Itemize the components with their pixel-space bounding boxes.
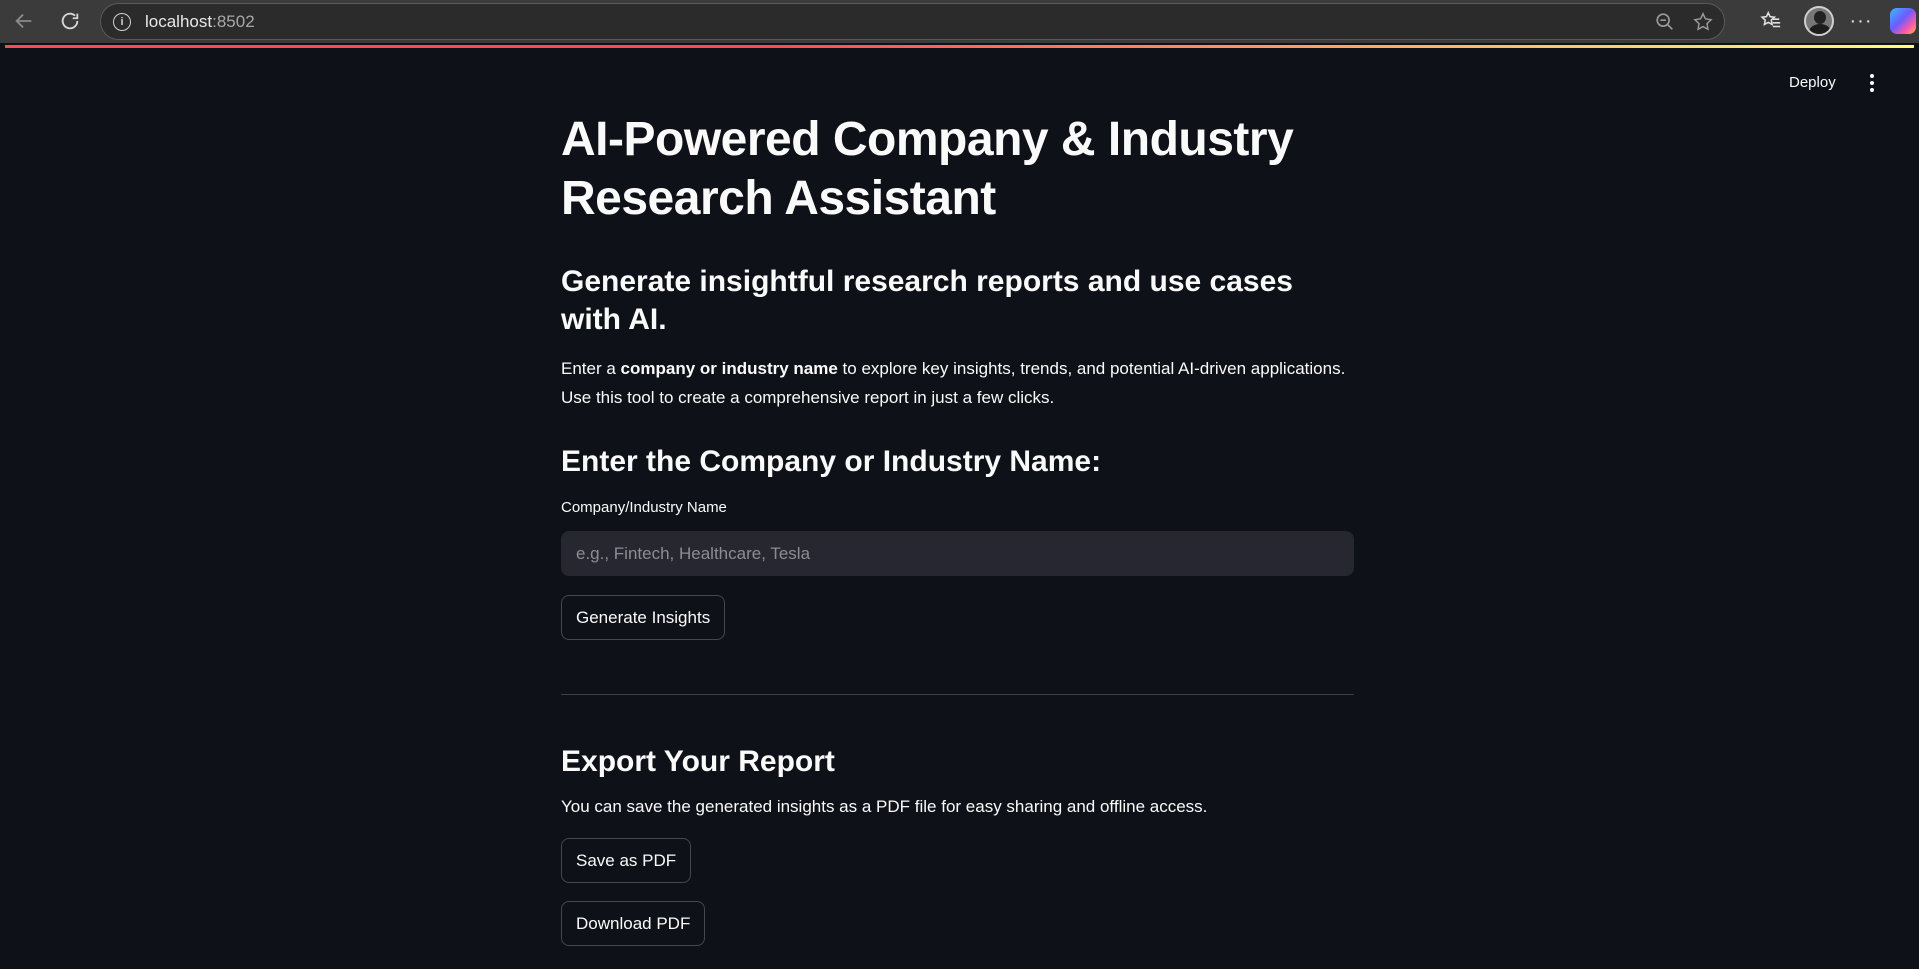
export-description: You can save the generated insights as a… xyxy=(561,797,1208,816)
back-button[interactable] xyxy=(7,4,41,38)
company-name-input[interactable]: e.g., Fintech, Healthcare, Tesla xyxy=(561,531,1354,576)
main-content: AI-Powered Company & Industry Research A… xyxy=(561,110,1354,946)
favorites-list-icon xyxy=(1760,10,1781,28)
more-options-icon[interactable]: ··· xyxy=(1844,4,1878,38)
intro-bold-text: company or industry name xyxy=(620,359,838,378)
intro-text: Enter a company or industry name to expl… xyxy=(561,359,1346,407)
save-pdf-button[interactable]: Save as PDF xyxy=(561,838,692,883)
export-heading: Export Your Report xyxy=(561,745,835,778)
page-title: AI-Powered Company & Industry Research A… xyxy=(561,113,1294,225)
page-subtitle: Generate insightful research reports and… xyxy=(561,265,1293,336)
reload-icon xyxy=(61,12,79,30)
site-info-icon[interactable]: i xyxy=(113,12,131,31)
download-pdf-button[interactable]: Download PDF xyxy=(561,901,706,946)
deploy-button[interactable]: Deploy xyxy=(1789,74,1836,91)
favorite-star-icon[interactable] xyxy=(1692,11,1714,33)
avatar xyxy=(1804,6,1834,36)
input-section-heading: Enter the Company or Industry Name: xyxy=(561,445,1102,478)
generate-insights-button[interactable]: Generate Insights xyxy=(561,595,726,640)
back-arrow-icon xyxy=(15,13,32,29)
address-bar[interactable]: i localhost:8502 xyxy=(100,3,1725,40)
main-menu-icon[interactable] xyxy=(1867,74,1877,92)
url-text: localhost:8502 xyxy=(145,11,255,31)
favorites-button[interactable] xyxy=(1754,4,1788,38)
zoom-out-icon[interactable] xyxy=(1654,11,1676,33)
reload-button[interactable] xyxy=(53,4,87,38)
copilot-button[interactable] xyxy=(1886,4,1919,38)
company-input-label: Company/Industry Name xyxy=(561,499,727,516)
divider xyxy=(561,694,1354,695)
profile-button[interactable] xyxy=(1802,4,1836,38)
copilot-icon xyxy=(1890,8,1916,34)
browser-toolbar: i localhost:8502 ··· xyxy=(0,0,1919,43)
